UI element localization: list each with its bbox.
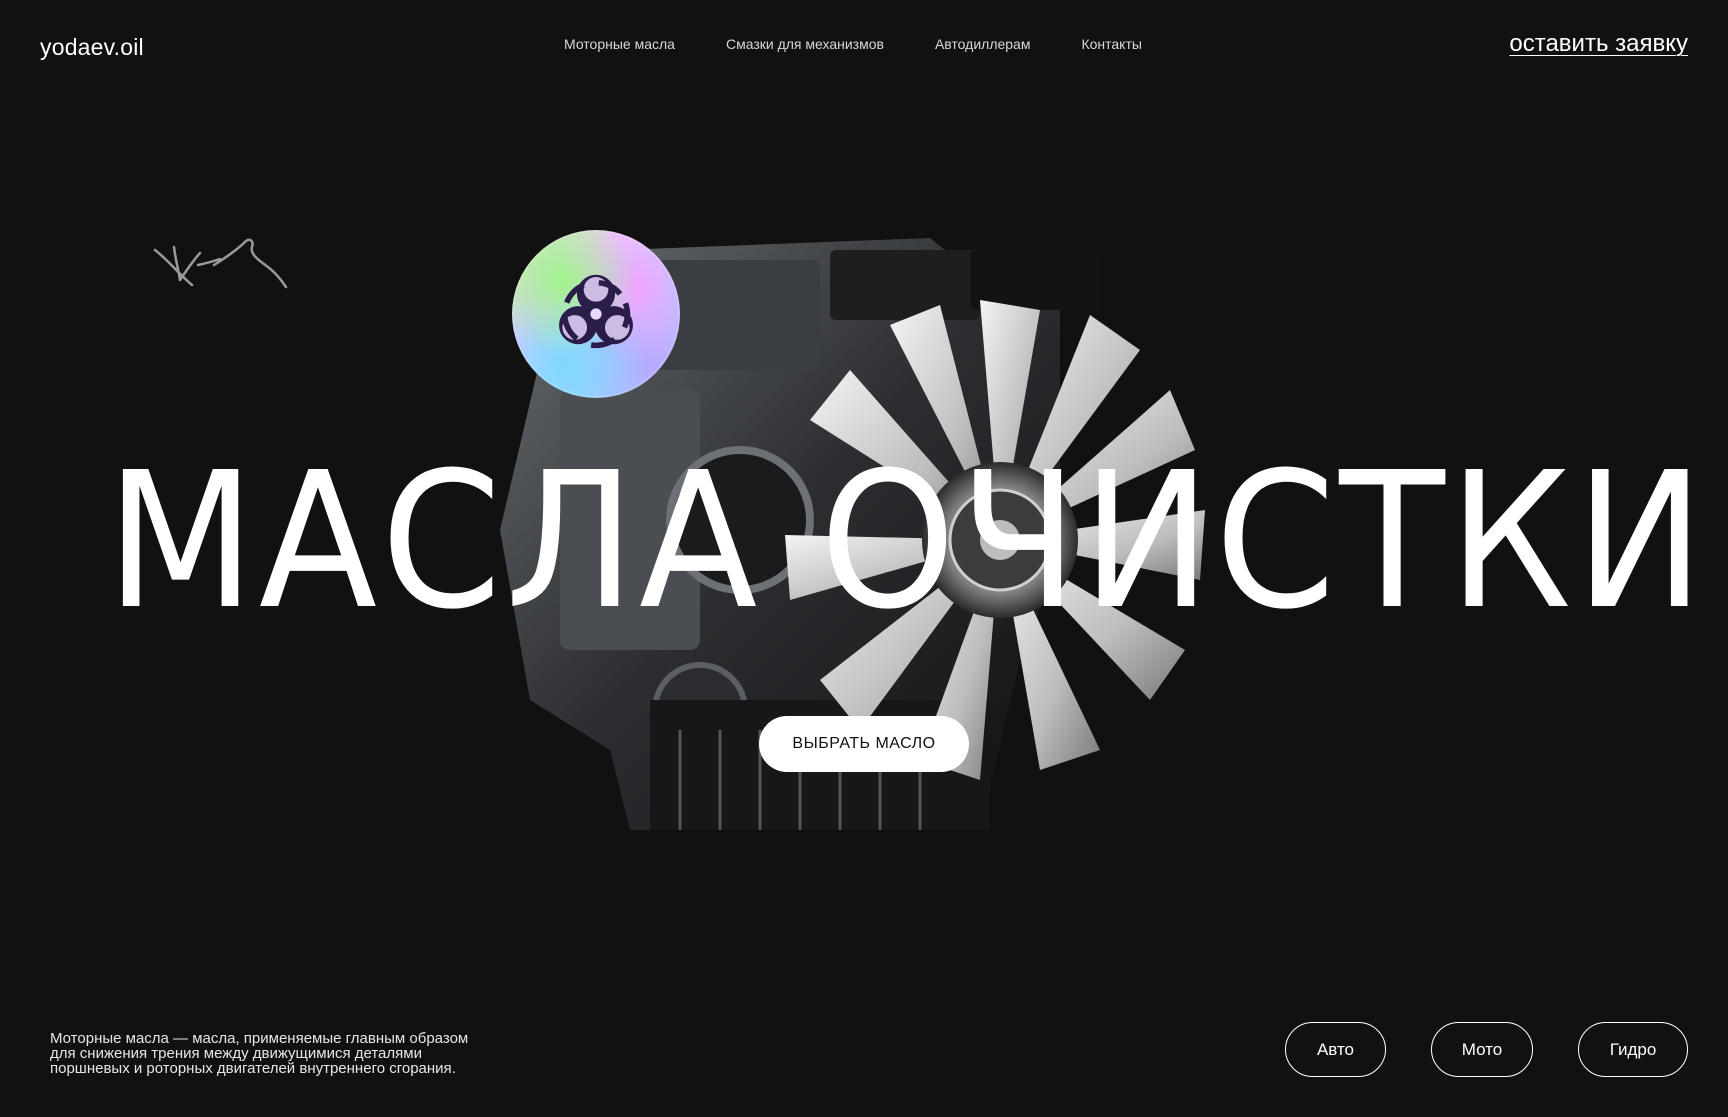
request-link[interactable]: оставить заявку: [1509, 30, 1688, 58]
main-nav: Моторные масла Смазки для механизмов Авт…: [564, 36, 1142, 52]
choose-oil-button[interactable]: ВЫБРАТЬ МАСЛО: [759, 716, 969, 772]
description-line: для снижения трения между движущимися де…: [50, 1045, 422, 1062]
filter-moto-button[interactable]: Мото: [1431, 1022, 1533, 1077]
category-filters: Авто Мото Гидро: [1285, 1022, 1688, 1077]
description-text: Моторные масла — масла, применяемые глав…: [50, 1031, 570, 1076]
biohazard-badge: [512, 230, 680, 398]
site-logo[interactable]: yodaev.oil: [40, 34, 144, 61]
description-line: поршневых и роторных двигателей внутренн…: [50, 1060, 456, 1077]
nav-item-dealers[interactable]: Автодиллерам: [935, 36, 1031, 52]
filter-hydro-button[interactable]: Гидро: [1578, 1022, 1688, 1077]
nav-item-lubricants[interactable]: Смазки для механизмов: [726, 36, 884, 52]
nav-item-motor-oils[interactable]: Моторные масла: [564, 36, 675, 52]
filter-auto-button[interactable]: Авто: [1285, 1022, 1386, 1077]
hero-headline: МАСЛА ОЧИСТКИ: [105, 432, 1709, 651]
signature-doodle: [153, 238, 288, 289]
biohazard-icon: [559, 274, 633, 349]
landing-page: yodaev.oil Моторные масла Смазки для мех…: [0, 0, 1728, 1117]
nav-item-contacts[interactable]: Контакты: [1081, 36, 1141, 52]
description-line: Моторные масла — масла, применяемые глав…: [50, 1030, 469, 1047]
